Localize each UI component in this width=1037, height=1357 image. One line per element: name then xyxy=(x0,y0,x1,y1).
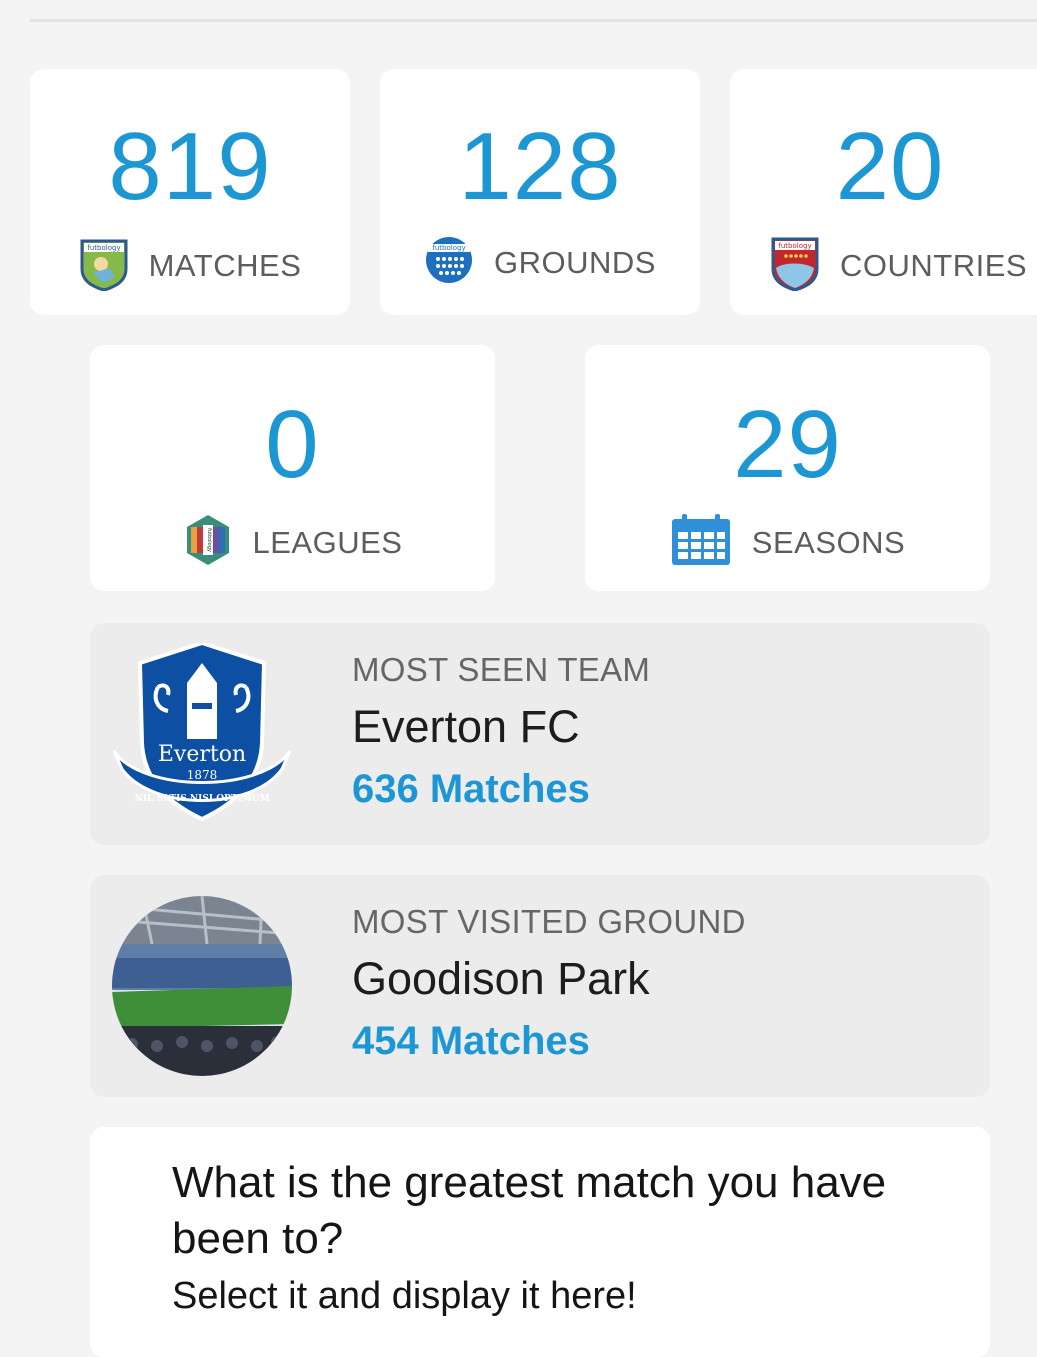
stadium-photo xyxy=(112,896,292,1081)
most-seen-team-card[interactable]: Everton 1878 NIL SATIS NISI OPTIMUM MOST… xyxy=(90,623,990,845)
most-visited-ground-card[interactable]: MOST VISITED GROUND Goodison Park 454 Ma… xyxy=(90,875,990,1097)
futbology-matches-badge-icon: futbology xyxy=(79,235,129,296)
countries-label: COUNTRIES xyxy=(840,247,1028,283)
futbology-grounds-badge-icon: futbology xyxy=(424,235,474,290)
most-visited-ground-count: 454 Matches xyxy=(352,1019,590,1063)
matches-label: MATCHES xyxy=(148,247,302,283)
badge-text-grounds: futbology xyxy=(432,244,465,252)
crest-club-year: 1878 xyxy=(187,768,218,782)
stat-card-grounds[interactable]: 128 futbology GROUNDS xyxy=(380,69,700,315)
grounds-count: 128 xyxy=(458,113,622,220)
leagues-count: 0 xyxy=(265,391,320,498)
seasons-count: 29 xyxy=(733,391,842,498)
futbology-countries-badge-icon: futbology xyxy=(770,235,820,296)
stat-card-seasons[interactable]: 29 SEASONS xyxy=(585,345,990,591)
crest-club-name: Everton xyxy=(158,742,246,767)
futbology-leagues-badge-icon: futbology xyxy=(183,513,233,572)
badge-text-countries: futbology xyxy=(778,242,811,250)
countries-count: 20 xyxy=(835,113,945,220)
greatest-match-prompt-card[interactable]: What is the greatest match you have been… xyxy=(90,1127,990,1357)
most-seen-team-count: 636 Matches xyxy=(352,767,590,811)
badge-text-matches: futbology xyxy=(87,244,120,252)
most-visited-ground-kicker: MOST VISITED GROUND xyxy=(352,903,746,940)
stat-card-matches[interactable]: 819 futbology MATCHES xyxy=(30,69,350,315)
top-divider xyxy=(30,19,1037,22)
greatest-match-subtitle: Select it and display it here! xyxy=(172,1275,637,1317)
badge-text-leagues: futbology xyxy=(206,528,212,552)
most-visited-ground-name: Goodison Park xyxy=(352,953,650,1004)
grounds-label: GROUNDS xyxy=(494,244,656,280)
everton-crest-icon: Everton 1878 NIL SATIS NISI OPTIMUM xyxy=(112,640,292,830)
stat-card-countries[interactable]: 20 futbology COUNTRIES xyxy=(730,69,1037,315)
most-seen-team-kicker: MOST SEEN TEAM xyxy=(352,651,651,688)
seasons-label: SEASONS xyxy=(751,524,906,560)
stat-card-leagues[interactable]: 0 futbology LEAGUES xyxy=(90,345,495,591)
calendar-icon xyxy=(670,513,732,572)
leagues-label: LEAGUES xyxy=(252,524,403,560)
most-seen-team-name: Everton FC xyxy=(352,701,580,752)
greatest-match-question: What is the greatest match you have been… xyxy=(172,1158,887,1263)
crest-motto: NIL SATIS NISI OPTIMUM xyxy=(135,794,270,804)
matches-count: 819 xyxy=(108,113,272,220)
